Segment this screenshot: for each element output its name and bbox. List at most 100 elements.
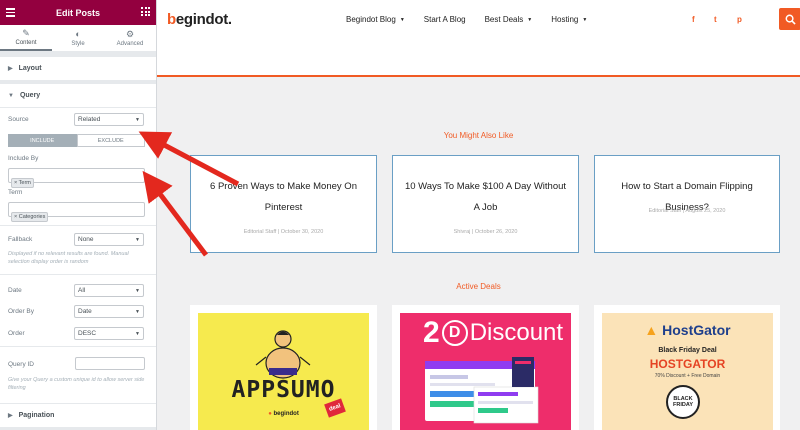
- hostgator-logo-text: HostGator: [662, 322, 731, 338]
- appsumo-banner[interactable]: APPSUMO ● begindot deal: [198, 313, 369, 430]
- date-select[interactable]: All ▼: [74, 284, 144, 297]
- nav-item-label: Begindot Blog: [346, 15, 396, 24]
- post-meta: Editorial Staff | August 25, 2020: [648, 208, 726, 214]
- caret-down-icon: ▼: [135, 117, 140, 123]
- chevron-down-icon: ▼: [527, 16, 533, 23]
- nav-item-best-deals[interactable]: Best Deals ▼: [485, 15, 533, 24]
- elementor-panel: Edit Posts ✎ Content ◐ Style ⚙ Advanced …: [0, 0, 157, 430]
- panel-tabs: ✎ Content ◐ Style ⚙ Advanced: [0, 25, 156, 52]
- contrast-icon: ◐: [75, 28, 81, 39]
- panel-title: Edit Posts: [55, 7, 100, 18]
- tab-content[interactable]: ✎ Content: [0, 25, 52, 51]
- deal-card-appsumo[interactable]: APPSUMO ● begindot deal: [190, 305, 377, 430]
- discount-banner[interactable]: 2 D Discount: [400, 313, 571, 430]
- search-button[interactable]: [779, 8, 800, 30]
- include-by-field[interactable]: × Term: [8, 168, 145, 188]
- site-preview: b egindot. Begindot Blog ▼ Start A Blog Be…: [157, 0, 800, 430]
- include-by-tag[interactable]: × Term: [11, 178, 34, 188]
- search-icon: [785, 14, 796, 25]
- menu-icon[interactable]: [6, 8, 15, 19]
- caret-down-icon: ▼: [135, 331, 140, 337]
- order-by-control: Order By Date ▼: [8, 305, 144, 318]
- tab-advanced[interactable]: ⚙ Advanced: [104, 25, 156, 51]
- source-select[interactable]: Related ▼: [74, 113, 144, 126]
- chevron-down-icon: ▼: [582, 16, 588, 23]
- caret-down-icon: ▼: [135, 288, 140, 294]
- deal-card-discount[interactable]: 2 D Discount: [392, 305, 579, 430]
- query-id-input[interactable]: [75, 357, 145, 370]
- caret-down-icon: ▼: [135, 309, 140, 315]
- chevron-down-icon: ▼: [399, 16, 405, 23]
- fallback-label: Fallback: [8, 236, 33, 243]
- site-logo[interactable]: b egindot.: [167, 11, 232, 28]
- hostgator-line1: Black Friday Deal: [658, 347, 717, 354]
- hostgator-line3: 70% Discount + Free Domain: [654, 373, 721, 379]
- caret-down-icon: ▼: [135, 237, 140, 243]
- section-layout-label: Layout: [18, 65, 42, 72]
- order-select[interactable]: DESC ▼: [74, 327, 144, 340]
- widgets-grid-icon[interactable]: [141, 7, 150, 16]
- hostgator-line2: HOSTGATOR: [649, 357, 726, 371]
- post-card[interactable]: How to Start a Domain Flipping Business?…: [594, 155, 780, 253]
- post-title[interactable]: 10 Ways To Make $100 A Day Without A Job: [403, 176, 568, 218]
- post-title[interactable]: 6 Proven Ways to Make Money On Pinterest: [201, 176, 366, 218]
- begindot-mini-icon: ●: [268, 411, 272, 417]
- caret-right-icon: ▶: [8, 413, 13, 419]
- section-query[interactable]: ▼ Query: [0, 84, 156, 108]
- order-label: Order: [8, 330, 25, 337]
- order-by-value: Date: [78, 308, 92, 315]
- post-card[interactable]: 10 Ways To Make $100 A Day Without A Job…: [392, 155, 579, 253]
- builder-screenshot-icon: [425, 357, 539, 424]
- post-meta: Shivraj | October 26, 2020: [453, 229, 518, 235]
- include-by-tag-text: Term: [18, 180, 31, 186]
- caret-right-icon: ▶: [8, 66, 13, 72]
- panel-header: Edit Posts: [0, 0, 156, 25]
- pencil-icon: ✎: [22, 27, 30, 38]
- order-by-label: Order By: [8, 308, 35, 315]
- include-tab[interactable]: INCLUDE: [8, 134, 77, 147]
- logo-mark: b: [167, 11, 176, 28]
- black-friday-clock-icon: BLACK FRIDAY: [666, 385, 700, 419]
- logo-text: egindot.: [175, 11, 232, 28]
- pinterest-icon[interactable]: p: [737, 15, 742, 24]
- nav-item-hosting[interactable]: Hosting ▼: [551, 15, 587, 24]
- query-id-help: Give your Query a custom unique id to al…: [8, 377, 145, 391]
- term-tag[interactable]: × Categories: [11, 212, 49, 222]
- deal-card-hostgator[interactable]: ▲ HostGator Black Friday Deal HOSTGATOR …: [594, 305, 780, 430]
- query-id-label: Query ID: [8, 361, 35, 368]
- order-value: DESC: [78, 330, 97, 337]
- tab-style[interactable]: ◐ Style: [52, 25, 104, 51]
- tab-content-label: Content: [15, 39, 37, 46]
- tab-style-label: Style: [71, 40, 85, 47]
- term-field[interactable]: × Categories: [8, 202, 145, 222]
- appsumo-wordmark: APPSUMO: [231, 377, 336, 403]
- facebook-icon[interactable]: f: [692, 15, 695, 24]
- hostgator-banner[interactable]: ▲ HostGator Black Friday Deal HOSTGATOR …: [602, 313, 773, 430]
- caret-down-icon: ▼: [8, 92, 14, 99]
- main-nav: Begindot Blog ▼ Start A Blog Best Deals ▼ …: [346, 15, 606, 24]
- date-value: All: [78, 287, 86, 294]
- twitter-icon[interactable]: t: [714, 15, 717, 24]
- deals-heading: Active Deals: [456, 282, 501, 291]
- fallback-value: None: [78, 236, 94, 243]
- post-meta: Editorial Staff | October 30, 2020: [243, 229, 324, 235]
- section-pagination[interactable]: ▶ Pagination: [0, 404, 156, 428]
- hostgator-logo: ▲ HostGator: [602, 322, 773, 338]
- nav-item-start-a-blog[interactable]: Start A Blog: [424, 15, 466, 24]
- gear-icon: ⚙: [125, 28, 135, 39]
- fallback-select[interactable]: None ▼: [74, 233, 144, 246]
- badge-line2: FRIDAY: [673, 402, 693, 408]
- include-exclude-tabs: INCLUDE EXCLUDE: [8, 134, 145, 147]
- divider: [0, 225, 156, 226]
- post-card[interactable]: 6 Proven Ways to Make Money On Pinterest…: [190, 155, 377, 253]
- source-value: Related: [78, 116, 101, 123]
- appsumo-sub-text: begindot: [273, 411, 299, 417]
- site-header: b egindot. Begindot Blog ▼ Start A Blog Be…: [157, 0, 800, 77]
- order-by-select[interactable]: Date ▼: [74, 305, 144, 318]
- divider: [0, 274, 156, 275]
- date-control: Date All ▼: [8, 284, 144, 297]
- term-label: Term: [8, 189, 23, 196]
- section-layout[interactable]: ▶ Layout: [0, 57, 156, 81]
- nav-item-blog[interactable]: Begindot Blog ▼: [346, 15, 405, 24]
- exclude-tab[interactable]: EXCLUDE: [76, 134, 145, 147]
